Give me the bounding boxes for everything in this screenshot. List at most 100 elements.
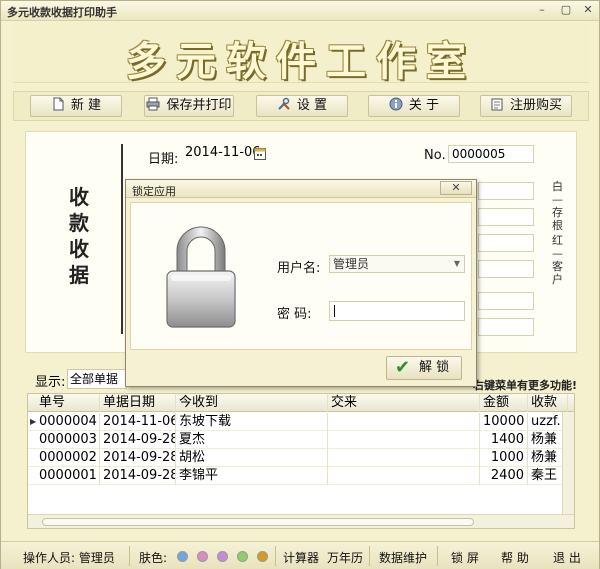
horizontal-scrollbar[interactable]	[28, 514, 574, 528]
vertical-scrollbar[interactable]	[562, 412, 574, 516]
skin-color-green[interactable]	[237, 551, 248, 562]
table-cell: 1000	[480, 449, 528, 467]
skin-label: 肤色:	[139, 551, 168, 565]
settings-button[interactable]: 设 置	[256, 95, 348, 117]
dialog-body: 用户名: 管理员 ▼ 密 码:	[130, 202, 472, 350]
form-field-1[interactable]	[478, 182, 534, 200]
tools-icon	[278, 97, 290, 110]
document-icon	[53, 97, 64, 111]
context-menu-hint: 右键菜单有更多功能!	[473, 379, 578, 392]
table-cell: 2400	[480, 467, 528, 485]
data-maintenance-button[interactable]: 数据维护	[379, 549, 427, 566]
calculator-button[interactable]: 计算器	[283, 549, 319, 566]
form-field-5[interactable]	[478, 292, 534, 310]
scrollbar-thumb[interactable]	[42, 518, 474, 526]
banner-title: 多元软件工作室	[126, 38, 476, 85]
info-icon	[389, 97, 403, 111]
banner: 多元软件工作室	[13, 23, 589, 85]
column-header[interactable]: 收款	[528, 394, 568, 412]
table-cell	[328, 413, 480, 431]
close-button[interactable]: ✕	[575, 2, 600, 18]
table-header: 单号 单据日期 今收到 交来 金额 收款	[28, 394, 574, 412]
save-print-label: 保存并打印	[166, 98, 232, 113]
about-label: 关 于	[408, 98, 440, 113]
help-button[interactable]: 帮 助	[501, 549, 529, 566]
table-cell: 东坡下载	[176, 413, 328, 431]
main-window: 多元收款收据打印助手 – ▢ ✕ 多元软件工作室 新 建 保存并打印 设 置 关…	[0, 0, 600, 569]
table-cell: 李锦平	[176, 467, 328, 485]
table-cell: 10000	[480, 413, 528, 431]
table-cell	[328, 467, 480, 485]
padlock-icon	[166, 226, 236, 328]
calendar-button[interactable]: 万年历	[327, 549, 363, 566]
table-row[interactable]: 0000002 2014-09-28 胡松 1000 杨兼	[28, 449, 574, 467]
dialog-close-button[interactable]: ✕	[440, 181, 472, 195]
receipt-title: 收款收据	[69, 185, 89, 287]
table-cell: 2014-09-28	[100, 449, 176, 467]
divider	[275, 546, 276, 566]
new-label: 新 建	[70, 98, 102, 113]
chevron-down-icon[interactable]: ▼	[454, 256, 460, 272]
table-cell: 2014-09-28	[100, 467, 176, 485]
table-cell: 胡松	[176, 449, 328, 467]
skin-color-pink[interactable]	[197, 551, 208, 562]
table-row[interactable]: 0000003 2014-09-28 夏杰 1400 杨兼	[28, 431, 574, 449]
number-label: No.	[424, 148, 446, 163]
exit-button[interactable]: 退 出	[553, 549, 581, 566]
table-cell: 0000004	[36, 413, 100, 431]
skin-color-blue[interactable]	[177, 551, 188, 562]
form-field-3[interactable]	[478, 234, 534, 252]
form-field-6[interactable]	[478, 318, 534, 336]
password-input[interactable]	[329, 301, 465, 321]
lock-dialog: 锁定应用 ✕ 用户名: 管理员 ▼ 密 码: ✔ 解 锁	[125, 179, 477, 387]
register-icon	[491, 98, 503, 111]
dialog-title: 锁定应用	[132, 185, 176, 198]
column-header[interactable]: 今收到	[176, 394, 328, 412]
column-header[interactable]: 交来	[328, 394, 480, 412]
text-caret	[334, 305, 335, 317]
skin-color-purple[interactable]	[217, 551, 228, 562]
username-value: 管理员	[333, 257, 370, 271]
password-label: 密 码:	[277, 307, 312, 322]
lock-screen-button[interactable]: 锁 屏	[451, 549, 479, 566]
title-divider	[121, 144, 123, 334]
skin-color-orange[interactable]	[257, 551, 268, 562]
calendar-icon[interactable]	[254, 147, 266, 160]
dialog-title-bar: 锁定应用 ✕	[126, 180, 476, 198]
copy-note-red: 红—客户	[552, 234, 563, 286]
column-header[interactable]: 单号	[36, 394, 100, 412]
table-cell	[328, 431, 480, 449]
username-label: 用户名:	[277, 261, 321, 276]
save-print-button[interactable]: 保存并打印	[144, 95, 234, 117]
table-cell: 2014-09-28	[100, 431, 176, 449]
divider	[369, 546, 370, 566]
window-title: 多元收款收据打印助手	[7, 6, 117, 19]
operator-label: 操作人员: 管理员	[23, 551, 115, 565]
register-button[interactable]: 注册购买	[480, 95, 572, 117]
divider	[129, 546, 130, 566]
column-header[interactable]: 金额	[480, 394, 528, 412]
about-button[interactable]: 关 于	[368, 95, 460, 117]
number-field[interactable]: 0000005	[448, 145, 534, 163]
copy-note-white: 白—存根	[552, 180, 563, 232]
form-field-2[interactable]	[478, 208, 534, 226]
table-cell: 1400	[480, 431, 528, 449]
settings-label: 设 置	[296, 98, 328, 113]
show-filter-select[interactable]: 全部单据	[67, 369, 127, 389]
table-row[interactable]: 0000001 2014-09-28 李锦平 2400 秦王	[28, 467, 574, 485]
unlock-button[interactable]: ✔ 解 锁	[386, 356, 462, 380]
table-row[interactable]: ▶ 0000004 2014-11-06 东坡下载 10000 uzzf.	[28, 413, 574, 431]
table-cell: 夏杰	[176, 431, 328, 449]
form-field-4[interactable]	[478, 260, 534, 278]
table-cell: 2014-11-06	[100, 413, 176, 431]
status-bar: 操作人员: 管理员 肤色: 计算器 万年历 数据维护 锁 屏 帮 助 退 出	[1, 541, 599, 569]
show-label: 显示:	[35, 375, 66, 390]
receipt-table: 单号 单据日期 今收到 交来 金额 收款 ▶ 0000004 2014-11-0…	[27, 393, 575, 529]
date-label: 日期:	[148, 152, 179, 167]
table-cell: 0000003	[36, 431, 100, 449]
username-select[interactable]: 管理员 ▼	[329, 255, 465, 273]
minimize-button[interactable]: –	[529, 2, 555, 18]
new-button[interactable]: 新 建	[30, 95, 122, 117]
column-header[interactable]: 单据日期	[100, 394, 176, 412]
unlock-label: 解 锁	[419, 360, 450, 375]
